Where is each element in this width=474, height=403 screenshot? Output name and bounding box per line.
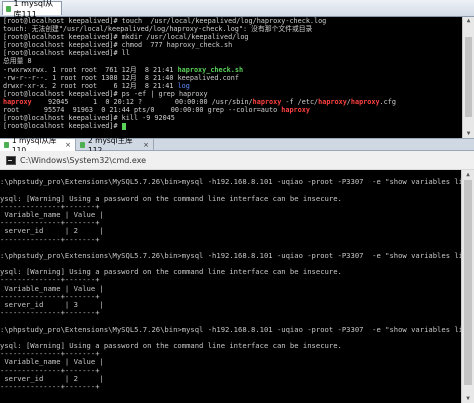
terminal-text: haproxy — [252, 97, 282, 106]
tab-mysql-slave-110[interactable]: 1 mysql从库110 × — [0, 136, 76, 155]
terminal-text: haproxy — [350, 97, 380, 106]
terminal-text: -f /etc/ — [281, 97, 319, 106]
console-line: --------------+-------+ — [0, 308, 100, 318]
cmd-window-title: C:\Windows\System32\cmd.exe — [20, 155, 147, 165]
terminal-line: -rw-r--r--. 1 root root 1308 12月 8 21:40… — [0, 74, 462, 82]
terminal-line: [root@localhost keepalived]# kill -9 920… — [0, 114, 462, 122]
terminal-line: 总用量 8 — [0, 57, 462, 65]
terminal-line: root 95574 91963 0 21:44 pts/0 00:00:00 … — [0, 106, 462, 114]
tab-mysql-master-112[interactable]: 2 mysql主库112 × — [76, 136, 154, 155]
ssh-terminal-window: 1 mysql从库111 [root@localhost keepalived]… — [0, 0, 474, 138]
terminal-text: [root@localhost keepalived]# touch /usr/… — [3, 17, 327, 25]
ssh-session-tab[interactable]: 1 mysql从库111 — [2, 0, 62, 19]
terminal-text: root 95574 91963 0 21:44 pts/0 00:00:00 … — [3, 106, 282, 115]
terminal-text: log — [177, 81, 190, 90]
session-status-icon — [80, 142, 85, 148]
terminal-line: haproxy 92045 1 0 20:12 ? 00:00:00 /usr/… — [0, 98, 462, 106]
terminal-line: [root@localhost keepalived]# touch /usr/… — [0, 17, 462, 25]
session-tab-strip: 1 mysql从库110 × 2 mysql主库112 × — [0, 136, 474, 155]
scroll-up-icon[interactable]: ▲ — [463, 17, 474, 25]
terminal-text: haproxy — [3, 97, 32, 106]
session-status-icon — [6, 5, 11, 12]
terminal-line: [root@localhost keepalived]# ps -ef | gr… — [0, 90, 462, 98]
terminal-text: [root@localhost keepalived]# ps -ef | gr… — [3, 89, 208, 98]
cmd-console-output[interactable]: :\phpstudy_pro\Extensions\MySQL5.7.26\bi… — [0, 170, 462, 403]
terminal-cursor — [121, 122, 126, 130]
ssh-scrollbar[interactable]: ▲ ▼ — [462, 17, 474, 138]
cmd-titlebar[interactable]: C:\Windows\System32\cmd.exe — [0, 151, 474, 170]
terminal-text: -rwxrwxrwx. 1 root root 761 12月 8 21:41 — [3, 65, 178, 74]
terminal-text: [root@localhost keepalived]# kill -9 920… — [3, 114, 175, 123]
cmd-window: C:\Windows\System32\cmd.exe :\phpstudy_p… — [0, 151, 474, 403]
console-line: :\phpstudy_pro\Extensions\MySQL5.7.26\bi… — [0, 177, 462, 187]
terminal-text: -rw-r--r--. 1 root root 1308 12月 8 21:40… — [3, 73, 239, 82]
ssh-scrollbar-thumb[interactable] — [465, 37, 472, 117]
terminal-text: [root@localhost keepalived]# mkdir /usr/… — [3, 33, 249, 42]
scroll-up-icon[interactable]: ▲ — [462, 170, 474, 179]
terminal-line: touch: 无法创建"/usr/local/keepalived/log/ha… — [0, 25, 462, 33]
console-line: --------------+-------+ — [0, 381, 100, 391]
terminal-text: [root@localhost keepalived]# — [3, 122, 122, 131]
terminal-text: touch: 无法创建"/usr/local/keepalived/log/ha… — [3, 25, 313, 34]
scroll-down-icon[interactable]: ▼ — [463, 130, 474, 138]
session-status-icon — [4, 142, 9, 148]
terminal-text: haproxy_check.sh — [177, 65, 244, 74]
terminal-line: drwxr-xr-x. 2 root root 6 12月 8 21:41 lo… — [0, 82, 462, 90]
console-line: :\phpstudy_pro\Extensions\MySQL5.7.26\bi… — [0, 324, 462, 334]
terminal-line: [root@localhost keepalived]# — [0, 122, 462, 130]
terminal-text: haproxy — [281, 106, 310, 115]
console-line: :\phpstudy_pro\Extensions\MySQL5.7.26\bi… — [0, 250, 462, 260]
scroll-down-icon[interactable]: ▼ — [462, 394, 474, 403]
cmd-scrollbar-thumb[interactable] — [464, 180, 472, 385]
close-icon[interactable]: × — [65, 141, 71, 149]
terminal-line: [root@localhost keepalived]# ll — [0, 49, 462, 57]
ssh-terminal-output[interactable]: [root@localhost keepalived]# touch /usr/… — [0, 17, 462, 138]
terminal-text: 总用量 8 — [3, 57, 32, 66]
console-icon — [6, 155, 16, 165]
terminal-text: .cfg — [379, 97, 396, 106]
terminal-line: [root@localhost keepalived]# chmod 777 h… — [0, 41, 462, 49]
cmd-scrollbar[interactable]: ▲ ▼ — [461, 170, 474, 403]
close-icon[interactable]: × — [143, 141, 149, 149]
ssh-titlebar: 1 mysql从库111 — [0, 0, 474, 19]
console-line: --------------+-------+ — [0, 234, 100, 244]
terminal-text: haproxy — [318, 97, 347, 106]
terminal-text: 92045 1 0 20:12 ? 00:00:00 /usr/sbin/ — [31, 97, 253, 106]
terminal-line: [root@localhost keepalived]# mkdir /usr/… — [0, 33, 462, 41]
terminal-line: -rwxrwxrwx. 1 root root 761 12月 8 21:41 … — [0, 66, 462, 74]
terminal-text: [root@localhost keepalived]# chmod 777 h… — [3, 41, 233, 50]
terminal-text: drwxr-xr-x. 2 root root 6 12月 8 21:41 — [3, 81, 178, 90]
